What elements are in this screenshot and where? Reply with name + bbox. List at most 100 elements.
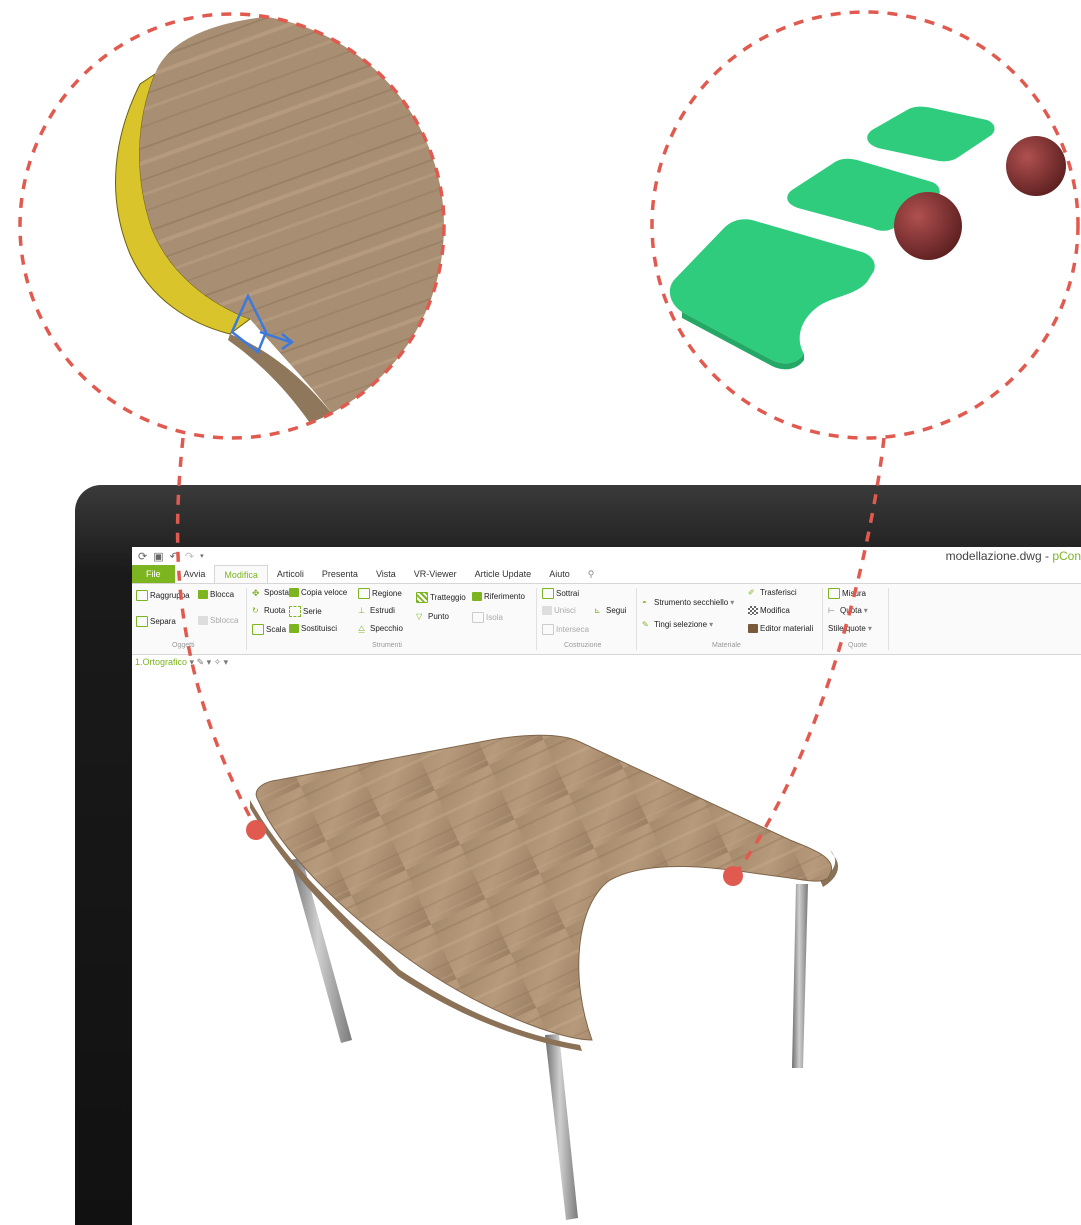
red-sphere: [1006, 136, 1066, 196]
app-logo-icon[interactable]: ⟳: [138, 550, 147, 563]
boolean-subtract-illustration: [652, 12, 1078, 438]
viewport-header: 1.Ortografico ▾ ✎ ▾ ✧ ▾: [135, 657, 228, 668]
ribbon-tabs: File Avvia Modifica Articoli Presenta Vi…: [132, 565, 1081, 583]
material-editor-icon: [748, 624, 758, 633]
paint-bucket-icon: ◓: [642, 598, 647, 607]
regione-button[interactable]: Regione: [358, 588, 402, 599]
scale-icon: [252, 624, 264, 635]
chevron-down-icon: ▾: [863, 606, 868, 615]
copy-icon: [289, 588, 299, 597]
estrudi-button[interactable]: ⊥ Estrudi: [358, 606, 395, 615]
separa-button[interactable]: Separa: [136, 616, 176, 627]
segui-button[interactable]: ⊾ Segui: [594, 606, 626, 615]
group-label-strumenti: Strumenti: [372, 642, 402, 649]
material-icon: [748, 606, 758, 615]
ribbon-divider: [888, 588, 889, 650]
extrude-icon: ⊥: [358, 606, 365, 615]
monitor-frame: ⟳ ▣ ↶ ↷ ▾ modellazione.dwg - pCon File A…: [75, 485, 1081, 1225]
measure-icon: [828, 588, 840, 599]
tab-article-update[interactable]: Article Update: [466, 565, 541, 583]
tab-articoli[interactable]: Articoli: [268, 565, 313, 583]
interseca-button[interactable]: Interseca: [542, 624, 589, 635]
chevron-down-icon: ▾: [709, 620, 714, 629]
sblocca-button[interactable]: Sblocca: [198, 616, 238, 625]
raggruppa-button[interactable]: Raggruppa: [136, 590, 190, 601]
3d-viewport[interactable]: [132, 669, 1081, 1225]
lock-icon: [198, 590, 208, 599]
sottrai-button[interactable]: Sottrai: [542, 588, 579, 599]
modifica-materiale-button[interactable]: Modifica: [748, 606, 790, 615]
unlock-icon: [198, 616, 208, 625]
view-style-dropdown[interactable]: ▾ ✎ ▾ ✧ ▾: [190, 657, 229, 667]
title-separator: -: [1041, 549, 1053, 563]
window-title: modellazione.dwg - pCon: [946, 549, 1081, 563]
mirror-icon: ⧋: [358, 624, 366, 633]
tab-aiuto[interactable]: Aiuto: [540, 565, 579, 583]
group-label-materiale: Materiale: [712, 642, 741, 649]
tab-file[interactable]: File: [132, 565, 175, 583]
eyedropper-icon: ✐: [748, 588, 755, 597]
tell-me-icon[interactable]: ⚲: [579, 565, 604, 583]
blocca-button[interactable]: Blocca: [198, 590, 234, 599]
redo-icon[interactable]: ↷: [185, 550, 194, 563]
group-icon: [136, 590, 148, 601]
quota-button[interactable]: ⊢ Quota ▾: [828, 606, 868, 615]
app-name: pCon: [1052, 549, 1081, 563]
intersect-icon: [542, 624, 554, 635]
stile-quote-dropdown[interactable]: Stile quote ▾: [828, 624, 872, 633]
tab-avvia[interactable]: Avvia: [175, 565, 215, 583]
group-label-quote: Quote: [848, 642, 868, 649]
chevron-down-icon: ▾: [867, 624, 872, 633]
save-icon[interactable]: ▣: [153, 550, 163, 563]
isolate-icon: [472, 612, 484, 623]
ungroup-icon: [136, 616, 148, 627]
undo-icon[interactable]: ↶: [170, 550, 179, 563]
tab-presenta[interactable]: Presenta: [313, 565, 367, 583]
quick-access-toolbar: ⟳ ▣ ↶ ↷ ▾ modellazione.dwg - pCon: [132, 547, 1081, 565]
unisci-button[interactable]: Unisci: [542, 606, 576, 615]
serie-button[interactable]: Serie: [289, 606, 322, 617]
union-icon: [542, 606, 552, 615]
strumento-secchiello-button[interactable]: ◓ Strumento secchiello ▾: [642, 598, 734, 607]
punto-button[interactable]: ▽ Punto: [416, 612, 449, 621]
ribbon-divider: [536, 588, 537, 650]
edge-band-detail: [20, 14, 444, 438]
rotate-icon: ↻: [252, 606, 259, 615]
array-icon: [289, 606, 301, 617]
document-name: modellazione.dwg: [945, 549, 1042, 563]
scala-button[interactable]: Scala: [252, 624, 286, 635]
group-label-costruzione: Costruzione: [564, 642, 602, 649]
tab-modifica[interactable]: Modifica: [214, 565, 268, 583]
view-name[interactable]: 1.Ortografico: [135, 657, 187, 667]
copia-veloce-button[interactable]: Copia veloce: [289, 588, 347, 597]
ribbon-divider: [636, 588, 637, 650]
dimension-icon: ⊢: [828, 606, 835, 615]
ribbon-divider: [822, 588, 823, 650]
follow-icon: ⊾: [594, 606, 601, 615]
specchio-button[interactable]: ⧋ Specchio: [358, 624, 403, 633]
tingi-selezione-button[interactable]: ✎ Tingi selezione ▾: [642, 620, 713, 629]
editor-materiali-button[interactable]: Editor materiali: [748, 624, 813, 633]
app-window: ⟳ ▣ ↶ ↷ ▾ modellazione.dwg - pCon File A…: [132, 547, 1081, 1225]
brush-icon: ✎: [642, 620, 649, 629]
tab-vista[interactable]: Vista: [367, 565, 405, 583]
replace-icon: [289, 624, 299, 633]
misura-button[interactable]: Misura: [828, 588, 866, 599]
tratteggio-button[interactable]: Tratteggio: [416, 592, 466, 603]
isola-button[interactable]: Isola: [472, 612, 503, 623]
chevron-down-icon: ▾: [730, 598, 735, 607]
hatch-icon: [416, 592, 428, 603]
ribbon-divider: [246, 588, 247, 650]
point-icon: ▽: [416, 612, 423, 621]
trasferisci-button[interactable]: ✐ Trasferisci: [748, 588, 797, 597]
sostituisci-button[interactable]: Sostituisci: [289, 624, 337, 633]
sposta-button[interactable]: ✥ Sposta: [252, 588, 289, 598]
group-label-oggetti: Oggetti: [172, 642, 195, 649]
red-sphere: [894, 192, 962, 260]
tab-vr-viewer[interactable]: VR-Viewer: [405, 565, 466, 583]
customize-qat-icon[interactable]: ▾: [200, 552, 204, 560]
reference-icon: [472, 592, 482, 601]
ruota-button[interactable]: ↻ Ruota: [252, 606, 285, 615]
callout-edge-detail: [20, 14, 444, 438]
riferimento-button[interactable]: Riferimento: [472, 592, 525, 601]
